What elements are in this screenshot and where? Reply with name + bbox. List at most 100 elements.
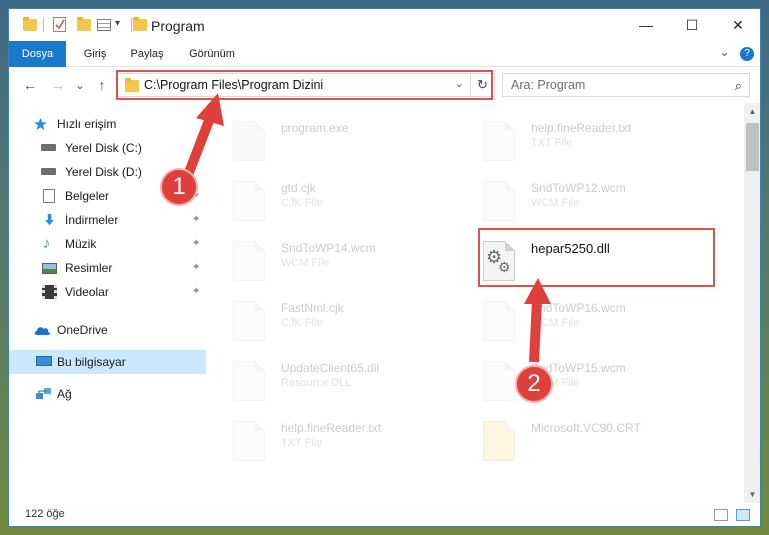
folder-file-icon	[483, 421, 515, 461]
download-icon	[45, 213, 54, 226]
help-icon[interactable]: ?	[740, 47, 754, 61]
navigation-bar: ← → ⌄ ↑ C:\Program Files\Program Dizini …	[9, 67, 760, 103]
file-icon	[233, 301, 265, 341]
new-folder-icon[interactable]	[77, 17, 91, 31]
pin-icon[interactable]: ✦	[192, 214, 202, 225]
refresh-button[interactable]: ↻	[470, 74, 494, 96]
sidebar-item-this-pc[interactable]: Bu bilgisayar	[9, 350, 206, 374]
file-item[interactable]: Microsoft.VC90.CRT	[457, 417, 707, 473]
sidebar-item-downloads[interactable]: İndirmeler ✦	[9, 208, 206, 232]
file-item[interactable]: SndToWP15.wcm WCM File	[457, 357, 707, 413]
file-list: program.exe gtd.cjk CJK File SndToWP14.w…	[207, 103, 744, 503]
file-name: program.exe	[281, 121, 349, 135]
address-dropdown-chevron-icon[interactable]: ⌄	[455, 77, 464, 90]
search-box[interactable]: ⌕	[502, 73, 750, 97]
music-icon: ♪	[43, 235, 51, 252]
pictures-icon	[42, 263, 57, 274]
sidebar-item-label: Hızlı erişim	[57, 117, 117, 131]
separator	[131, 18, 132, 32]
file-item-hepar5250-dll[interactable]: ⚙ ⚙ hepar5250.dll	[457, 237, 707, 293]
sidebar-item-label: OneDrive	[57, 323, 108, 337]
pin-icon[interactable]: ✦	[192, 286, 202, 297]
details-view-icon[interactable]	[714, 509, 728, 521]
item-count: 122 öğe	[25, 508, 65, 520]
ribbon-expand-chevron-icon[interactable]: ⌄	[719, 44, 730, 60]
up-button[interactable]: ↑	[93, 76, 111, 94]
file-name: hepar5250.dll	[531, 241, 610, 256]
back-button[interactable]: ←	[21, 76, 39, 94]
ribbon: Dosya Giriş Paylaş Görünüm ⌄ ?	[9, 41, 760, 67]
sidebar-item-label: Yerel Disk (C:)	[65, 141, 142, 155]
file-name: FastNml.cjk	[281, 301, 344, 315]
scroll-up-icon[interactable]: ▲	[744, 103, 760, 120]
text-file-icon	[233, 421, 265, 461]
tab-share[interactable]: Paylaş	[123, 41, 171, 67]
status-bar: 122 öğe	[9, 503, 760, 526]
file-icon	[233, 241, 265, 281]
file-icon	[483, 301, 515, 341]
star-icon	[34, 117, 47, 131]
recent-locations-chevron-icon[interactable]: ⌄	[71, 76, 89, 94]
folder-icon	[125, 78, 139, 92]
file-item[interactable]: SndToWP14.wcm WCM File	[207, 237, 457, 293]
address-path[interactable]: C:\Program Files\Program Dizini	[144, 78, 323, 92]
properties-icon[interactable]	[53, 17, 66, 32]
sidebar-item-videos[interactable]: Videolar ✦	[9, 280, 206, 304]
close-button[interactable]: ✕	[715, 9, 760, 41]
documents-icon	[43, 189, 55, 203]
file-item[interactable]: FastNml.cjk CJK File	[207, 297, 457, 353]
quick-access-dropdown-icon[interactable]: ▾	[115, 18, 120, 29]
file-name: SndToWP14.wcm	[281, 241, 376, 255]
tab-home[interactable]: Giriş	[75, 41, 115, 67]
file-name: Microsoft.VC90.CRT	[531, 421, 641, 435]
file-item[interactable]: program.exe	[207, 117, 457, 173]
text-file-icon	[483, 121, 515, 161]
file-item[interactable]: SndToWP16.wcm WCM File	[457, 297, 707, 353]
sidebar-item-network[interactable]: Ağ	[9, 382, 206, 406]
maximize-button[interactable]: ☐	[669, 9, 715, 41]
file-icon	[233, 181, 265, 221]
file-name: UpdateClient65.dll	[281, 361, 380, 375]
file-name: gtd.cjk	[281, 181, 316, 195]
file-type: TXT File	[531, 137, 573, 149]
sidebar-item-local-disk-c[interactable]: Yerel Disk (C:)	[9, 136, 206, 160]
gear-icon: ⚙	[498, 259, 511, 275]
window-title: Program	[151, 18, 205, 34]
file-item[interactable]: help.fineReader.txt TXT File	[457, 117, 707, 173]
sidebar-item-label: Belgeler	[65, 189, 110, 203]
sidebar-item-music[interactable]: ♪ Müzik ✦	[9, 232, 206, 256]
network-icon	[36, 388, 51, 399]
view-icon[interactable]	[97, 19, 111, 31]
forward-button[interactable]: →	[49, 76, 67, 94]
file-item[interactable]: help.fineReader.txt TXT File	[207, 417, 457, 473]
minimize-button[interactable]: —	[623, 9, 669, 41]
tiles-view-icon[interactable]	[736, 509, 750, 521]
file-item[interactable]: UpdateClient65.dll Resource DLL	[207, 357, 457, 413]
tab-view[interactable]: Görünüm	[181, 41, 243, 67]
scroll-down-icon[interactable]: ▼	[744, 486, 760, 503]
file-item[interactable]: SndToWP12.wcm WCM File	[457, 177, 707, 233]
file-type: WCM File	[531, 317, 580, 329]
search-icon[interactable]: ⌕	[735, 78, 742, 94]
sidebar-item-label: Yerel Disk (D:)	[65, 165, 142, 179]
file-type: CJK File	[281, 317, 323, 329]
search-input[interactable]	[511, 75, 721, 95]
address-bar[interactable]: C:\Program Files\Program Dizini ⌄ ↻	[117, 73, 495, 97]
tab-file[interactable]: Dosya	[9, 41, 66, 67]
scrollbar-thumb[interactable]	[746, 123, 759, 171]
sidebar-item-quick-access[interactable]: Hızlı erişim	[9, 112, 206, 136]
sidebar-item-pictures[interactable]: Resimler ✦	[9, 256, 206, 280]
dll-file-icon	[233, 361, 265, 401]
file-name: SndToWP12.wcm	[531, 181, 626, 195]
file-type: Resource DLL	[281, 377, 352, 389]
vertical-scrollbar[interactable]: ▲ ▼	[744, 103, 760, 503]
file-name: help.fineReader.txt	[531, 121, 632, 135]
sidebar-item-label: Resimler	[65, 261, 113, 275]
sidebar-item-onedrive[interactable]: OneDrive	[9, 318, 206, 342]
pin-icon[interactable]: ✦	[192, 262, 202, 273]
pin-icon[interactable]: ✦	[192, 238, 202, 249]
navigation-pane: Hızlı erişim Yerel Disk (C:) Yerel Disk …	[9, 103, 206, 503]
file-item[interactable]: gtd.cjk CJK File	[207, 177, 457, 233]
sidebar-item-label: Ağ	[57, 387, 72, 401]
sidebar-item-label: Müzik	[65, 237, 97, 251]
